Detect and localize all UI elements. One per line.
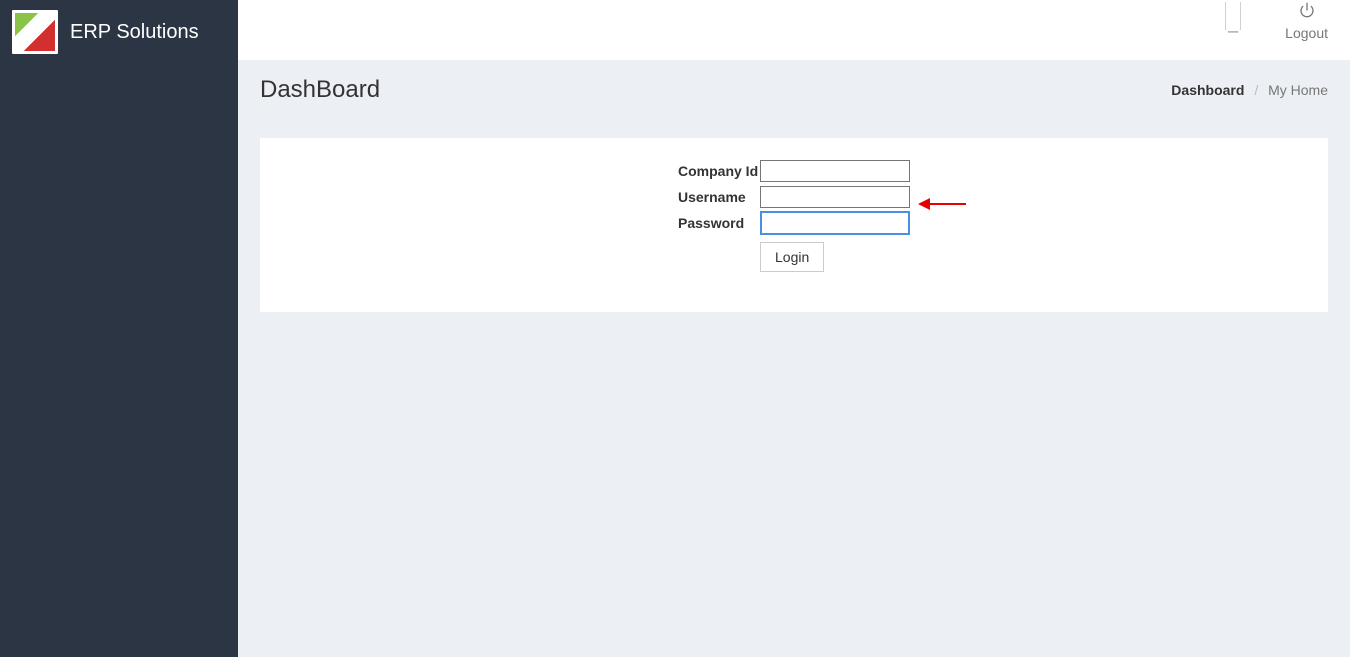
breadcrumb-root[interactable]: Dashboard <box>1171 82 1244 98</box>
login-form: Company Id Username Password Login <box>678 158 1328 272</box>
company-label: Company Id <box>678 163 760 179</box>
logout-label: Logout <box>1285 25 1328 41</box>
brand-title: ERP Solutions <box>70 10 199 54</box>
password-row: Password <box>678 210 1328 236</box>
topbar-divider: _ <box>1225 2 1241 30</box>
brand-logo <box>12 10 58 54</box>
password-label: Password <box>678 215 760 231</box>
username-row: Username <box>678 184 1328 210</box>
login-button[interactable]: Login <box>760 242 824 272</box>
logo-graphic <box>15 13 55 51</box>
sidebar: ERP Solutions <box>0 0 238 657</box>
content-header: DashBoard Dashboard / My Home <box>238 60 1350 120</box>
breadcrumb-separator: / <box>1254 82 1258 98</box>
logout-button[interactable]: Logout <box>1285 2 1328 41</box>
company-id-input[interactable] <box>760 160 910 182</box>
username-input[interactable] <box>760 186 910 208</box>
power-icon <box>1299 2 1315 23</box>
content-body: Company Id Username Password Login <box>238 120 1350 657</box>
topbar: _ Logout <box>238 0 1350 60</box>
login-card: Company Id Username Password Login <box>260 138 1328 312</box>
username-label: Username <box>678 189 760 205</box>
breadcrumb: Dashboard / My Home <box>1171 82 1328 98</box>
breadcrumb-current: My Home <box>1268 82 1328 98</box>
password-input[interactable] <box>760 211 910 235</box>
company-row: Company Id <box>678 158 1328 184</box>
page-title: DashBoard <box>260 76 380 104</box>
